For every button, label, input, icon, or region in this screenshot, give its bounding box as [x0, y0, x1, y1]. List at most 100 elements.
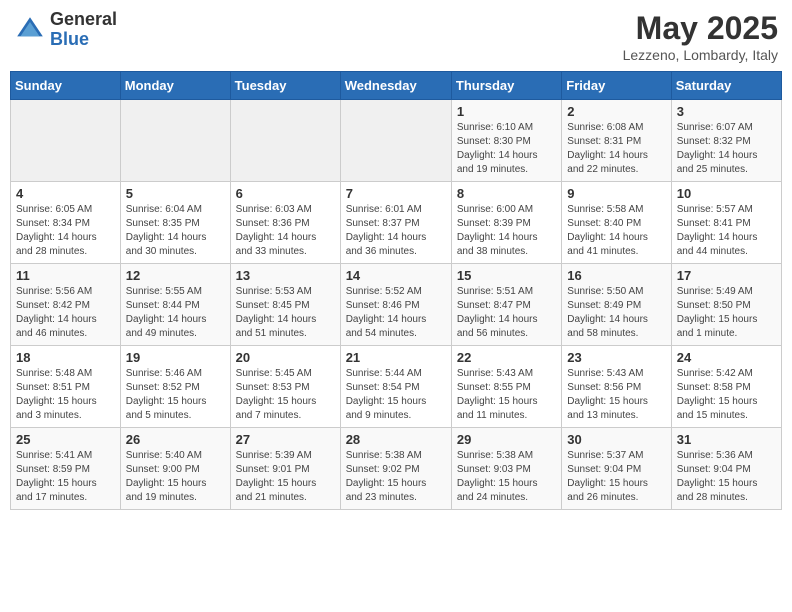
logo-icon — [14, 14, 46, 46]
day-info: Sunrise: 5:36 AMSunset: 9:04 PMDaylight:… — [677, 449, 776, 505]
day-number: 4 — [16, 186, 115, 201]
day-info: Sunrise: 6:07 AMSunset: 8:32 PMDaylight:… — [677, 121, 776, 177]
day-number: 1 — [457, 104, 556, 119]
day-cell: 19 Sunrise: 5:46 AMSunset: 8:52 PMDayligh… — [120, 346, 230, 428]
day-number: 21 — [346, 350, 446, 365]
day-info: Sunrise: 6:04 AMSunset: 8:35 PMDaylight:… — [126, 203, 225, 259]
weekday-header-wednesday: Wednesday — [340, 72, 451, 100]
day-info: Sunrise: 5:57 AMSunset: 8:41 PMDaylight:… — [677, 203, 776, 259]
day-cell: 20 Sunrise: 5:45 AMSunset: 8:53 PMDayligh… — [230, 346, 340, 428]
day-number: 29 — [457, 432, 556, 447]
weekday-header-tuesday: Tuesday — [230, 72, 340, 100]
logo: General Blue — [14, 10, 117, 50]
day-info: Sunrise: 5:46 AMSunset: 8:52 PMDaylight:… — [126, 367, 225, 423]
day-number: 8 — [457, 186, 556, 201]
day-info: Sunrise: 6:01 AMSunset: 8:37 PMDaylight:… — [346, 203, 446, 259]
day-info: Sunrise: 5:50 AMSunset: 8:49 PMDaylight:… — [567, 285, 665, 341]
weekday-header-thursday: Thursday — [451, 72, 561, 100]
day-cell: 13 Sunrise: 5:53 AMSunset: 8:45 PMDayligh… — [230, 264, 340, 346]
day-info: Sunrise: 5:37 AMSunset: 9:04 PMDaylight:… — [567, 449, 665, 505]
day-cell: 2 Sunrise: 6:08 AMSunset: 8:31 PMDaylight… — [562, 100, 671, 182]
day-number: 10 — [677, 186, 776, 201]
day-info: Sunrise: 5:38 AMSunset: 9:02 PMDaylight:… — [346, 449, 446, 505]
day-info: Sunrise: 5:52 AMSunset: 8:46 PMDaylight:… — [346, 285, 446, 341]
logo-general-text: General — [50, 10, 117, 30]
day-number: 20 — [236, 350, 335, 365]
location-label: Lezzeno, Lombardy, Italy — [623, 47, 778, 63]
day-number: 6 — [236, 186, 335, 201]
logo-blue-text: Blue — [50, 30, 117, 50]
day-info: Sunrise: 5:43 AMSunset: 8:56 PMDaylight:… — [567, 367, 665, 423]
day-number: 18 — [16, 350, 115, 365]
day-number: 17 — [677, 268, 776, 283]
day-number: 14 — [346, 268, 446, 283]
day-number: 16 — [567, 268, 665, 283]
day-info: Sunrise: 5:55 AMSunset: 8:44 PMDaylight:… — [126, 285, 225, 341]
day-cell: 22Sunrise: 5:43 AMSunset: 8:55 PMDayligh… — [451, 346, 561, 428]
day-number: 9 — [567, 186, 665, 201]
day-cell: 11 Sunrise: 5:56 AMSunset: 8:42 PMDayligh… — [11, 264, 121, 346]
day-cell: 17 Sunrise: 5:49 AMSunset: 8:50 PMDayligh… — [671, 264, 781, 346]
day-info: Sunrise: 5:51 AMSunset: 8:47 PMDaylight:… — [457, 285, 556, 341]
week-row-1: 1 Sunrise: 6:10 AMSunset: 8:30 PMDaylight… — [11, 100, 782, 182]
logo-text: General Blue — [50, 10, 117, 50]
day-info: Sunrise: 6:08 AMSunset: 8:31 PMDaylight:… — [567, 121, 665, 177]
weekday-header-sunday: Sunday — [11, 72, 121, 100]
month-title: May 2025 — [623, 10, 778, 47]
day-info: Sunrise: 5:58 AMSunset: 8:40 PMDaylight:… — [567, 203, 665, 259]
day-cell — [340, 100, 451, 182]
page-header: General Blue May 2025 Lezzeno, Lombardy,… — [10, 10, 782, 63]
day-info: Sunrise: 5:42 AMSunset: 8:58 PMDaylight:… — [677, 367, 776, 423]
week-row-4: 18 Sunrise: 5:48 AMSunset: 8:51 PMDayligh… — [11, 346, 782, 428]
day-info: Sunrise: 5:41 AMSunset: 8:59 PMDaylight:… — [16, 449, 115, 505]
day-info: Sunrise: 5:49 AMSunset: 8:50 PMDaylight:… — [677, 285, 776, 341]
day-cell: 27Sunrise: 5:39 AMSunset: 9:01 PMDayligh… — [230, 428, 340, 510]
day-info: Sunrise: 5:38 AMSunset: 9:03 PMDaylight:… — [457, 449, 556, 505]
title-block: May 2025 Lezzeno, Lombardy, Italy — [623, 10, 778, 63]
day-info: Sunrise: 6:03 AMSunset: 8:36 PMDaylight:… — [236, 203, 335, 259]
day-info: Sunrise: 6:05 AMSunset: 8:34 PMDaylight:… — [16, 203, 115, 259]
day-info: Sunrise: 5:53 AMSunset: 8:45 PMDaylight:… — [236, 285, 335, 341]
day-cell: 8Sunrise: 6:00 AMSunset: 8:39 PMDaylight… — [451, 182, 561, 264]
day-number: 11 — [16, 268, 115, 283]
day-number: 23 — [567, 350, 665, 365]
day-cell: 3Sunrise: 6:07 AMSunset: 8:32 PMDaylight… — [671, 100, 781, 182]
day-cell: 9 Sunrise: 5:58 AMSunset: 8:40 PMDaylight… — [562, 182, 671, 264]
week-row-3: 11 Sunrise: 5:56 AMSunset: 8:42 PMDayligh… — [11, 264, 782, 346]
day-cell: 25Sunrise: 5:41 AMSunset: 8:59 PMDayligh… — [11, 428, 121, 510]
day-cell: 24 Sunrise: 5:42 AMSunset: 8:58 PMDayligh… — [671, 346, 781, 428]
day-cell: 12 Sunrise: 5:55 AMSunset: 8:44 PMDayligh… — [120, 264, 230, 346]
day-number: 19 — [126, 350, 225, 365]
day-cell — [11, 100, 121, 182]
day-cell: 28 Sunrise: 5:38 AMSunset: 9:02 PMDayligh… — [340, 428, 451, 510]
day-cell: 15Sunrise: 5:51 AMSunset: 8:47 PMDayligh… — [451, 264, 561, 346]
day-number: 7 — [346, 186, 446, 201]
weekday-header-monday: Monday — [120, 72, 230, 100]
day-cell: 10 Sunrise: 5:57 AMSunset: 8:41 PMDayligh… — [671, 182, 781, 264]
day-number: 12 — [126, 268, 225, 283]
day-number: 22 — [457, 350, 556, 365]
day-info: Sunrise: 5:44 AMSunset: 8:54 PMDaylight:… — [346, 367, 446, 423]
day-info: Sunrise: 6:10 AMSunset: 8:30 PMDaylight:… — [457, 121, 556, 177]
day-info: Sunrise: 5:48 AMSunset: 8:51 PMDaylight:… — [16, 367, 115, 423]
day-cell: 7 Sunrise: 6:01 AMSunset: 8:37 PMDaylight… — [340, 182, 451, 264]
day-info: Sunrise: 5:40 AMSunset: 9:00 PMDaylight:… — [126, 449, 225, 505]
day-number: 24 — [677, 350, 776, 365]
day-number: 28 — [346, 432, 446, 447]
day-cell: 14 Sunrise: 5:52 AMSunset: 8:46 PMDayligh… — [340, 264, 451, 346]
day-cell: 30 Sunrise: 5:37 AMSunset: 9:04 PMDayligh… — [562, 428, 671, 510]
day-info: Sunrise: 5:45 AMSunset: 8:53 PMDaylight:… — [236, 367, 335, 423]
day-cell: 1 Sunrise: 6:10 AMSunset: 8:30 PMDaylight… — [451, 100, 561, 182]
week-row-2: 4 Sunrise: 6:05 AMSunset: 8:34 PMDaylight… — [11, 182, 782, 264]
day-number: 26 — [126, 432, 225, 447]
day-cell: 5Sunrise: 6:04 AMSunset: 8:35 PMDaylight… — [120, 182, 230, 264]
day-number: 2 — [567, 104, 665, 119]
weekday-header-saturday: Saturday — [671, 72, 781, 100]
day-number: 30 — [567, 432, 665, 447]
day-info: Sunrise: 5:56 AMSunset: 8:42 PMDaylight:… — [16, 285, 115, 341]
day-info: Sunrise: 5:39 AMSunset: 9:01 PMDaylight:… — [236, 449, 335, 505]
day-cell — [230, 100, 340, 182]
day-cell: 29 Sunrise: 5:38 AMSunset: 9:03 PMDayligh… — [451, 428, 561, 510]
week-row-5: 25Sunrise: 5:41 AMSunset: 8:59 PMDayligh… — [11, 428, 782, 510]
day-number: 13 — [236, 268, 335, 283]
